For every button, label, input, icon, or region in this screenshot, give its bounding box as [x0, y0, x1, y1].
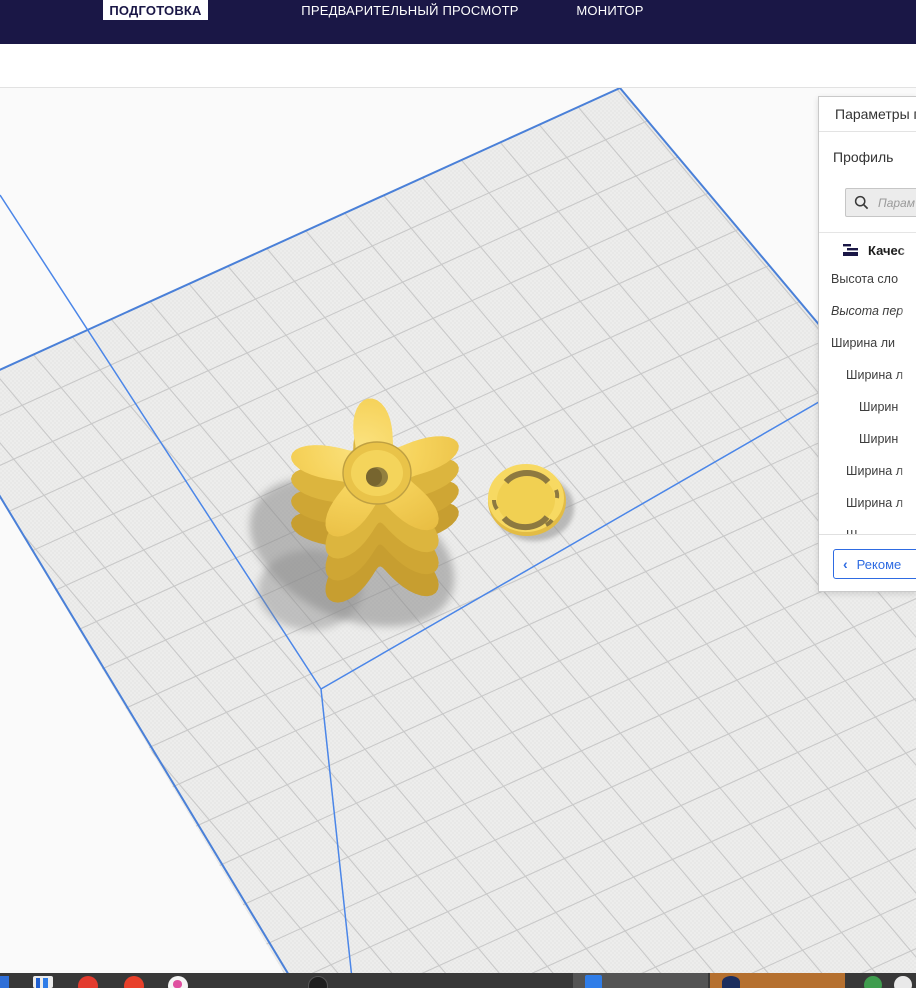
- build-plate: [0, 88, 916, 973]
- setting-row[interactable]: Ширин: [819, 423, 916, 455]
- panel-bottom-section: ‹ Рекоме: [819, 534, 916, 591]
- taskbar-icon-green[interactable]: [864, 976, 882, 988]
- taskbar-icon-browser-red-2[interactable]: [124, 976, 144, 988]
- setting-row[interactable]: Ширина л: [819, 455, 916, 487]
- search-icon: [854, 195, 869, 210]
- chevron-left-icon: ‹: [843, 557, 848, 571]
- panel-divider: [819, 232, 916, 233]
- taskbar-icon-light[interactable]: [894, 976, 912, 988]
- tab-prepare[interactable]: ПОДГОТОВКА: [103, 0, 208, 20]
- setting-row[interactable]: Ширина л: [819, 359, 916, 391]
- section-quality-label: Качес: [868, 243, 905, 258]
- cura-window: ПОДГОТОВКА ПРЕДВАРИТЕЛЬНЫЙ ПРОСМОТР МОНИ…: [0, 0, 916, 988]
- tab-preview[interactable]: ПРЕДВАРИТЕЛЬНЫЙ ПРОСМОТР: [275, 0, 545, 20]
- print-settings-panel: Параметры п Профиль Качес Высота слоВысо…: [818, 96, 916, 592]
- setting-row[interactable]: Ширина ли: [819, 327, 916, 359]
- taskbar-icon-app-flag[interactable]: [33, 976, 53, 988]
- setting-row[interactable]: Ширина л: [819, 487, 916, 519]
- build-plate-scene: [0, 88, 916, 973]
- viewport-3d[interactable]: [0, 88, 916, 973]
- taskbar-icon-browser-red-1[interactable]: [78, 976, 98, 988]
- recommended-mode-button[interactable]: ‹ Рекоме: [833, 549, 916, 579]
- configuration-bar: 1 Generic PETG 0.4mm Nozzle PETG #2: [0, 44, 916, 88]
- setting-row[interactable]: Ширин: [819, 391, 916, 423]
- settings-search[interactable]: [845, 188, 916, 217]
- taskbar-icon-app-white[interactable]: [168, 976, 188, 988]
- windows-taskbar: [0, 973, 916, 988]
- tab-monitor[interactable]: МОНИТОР: [550, 0, 670, 20]
- setting-row[interactable]: Ш: [819, 519, 916, 534]
- section-quality[interactable]: Качес: [819, 239, 916, 261]
- quality-icon: [843, 244, 858, 257]
- taskbar-icon-app-dark[interactable]: [308, 976, 328, 988]
- stage-tab-bar: ПОДГОТОВКА ПРЕДВАРИТЕЛЬНЫЙ ПРОСМОТР МОНИ…: [0, 0, 916, 44]
- recommended-button-label: Рекоме: [857, 557, 902, 572]
- search-input[interactable]: [876, 195, 916, 211]
- taskbar-window-cura[interactable]: [573, 973, 708, 988]
- panel-title: Параметры п: [819, 97, 916, 132]
- setting-row[interactable]: Высота пер: [819, 295, 916, 327]
- profile-label: Профиль: [833, 149, 893, 165]
- taskbar-window-orange[interactable]: [710, 973, 845, 988]
- setting-row[interactable]: Высота сло: [819, 263, 916, 295]
- taskbar-icon-pinned-blue[interactable]: [0, 976, 9, 988]
- settings-rows: Высота слоВысота перШирина лиШирина лШир…: [819, 263, 916, 534]
